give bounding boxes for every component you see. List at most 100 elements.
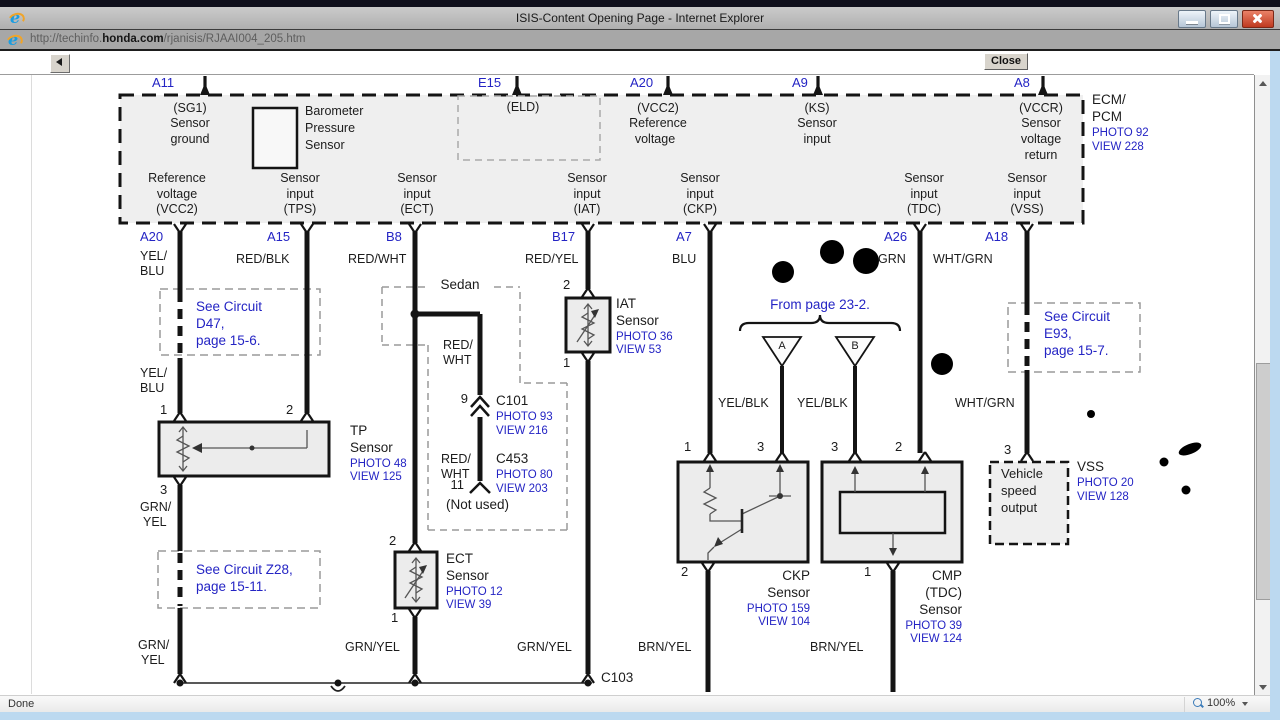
view-216-link[interactable]: VIEW 216 <box>496 425 548 438</box>
see-circuit-z28-link[interactable]: page 15-11. <box>196 579 267 594</box>
scroll-thumb[interactable] <box>1256 363 1271 600</box>
terminal-number: 2 <box>563 277 571 292</box>
cmp-sensor-name: (TDC) <box>925 585 962 600</box>
wire-color: YEL/ <box>140 366 168 380</box>
photo-39-link[interactable]: PHOTO 39 <box>905 620 962 633</box>
from-page-23-2-link[interactable]: From page 23-2. <box>770 297 870 312</box>
chevron-up-icon <box>1258 80 1267 86</box>
pin-a18: A18 <box>985 229 1009 244</box>
see-circuit-z28-link[interactable]: See Circuit Z28, <box>196 562 293 577</box>
wire-color: RED/ <box>441 452 471 466</box>
see-circuit-e93-link[interactable]: page 15-7. <box>1044 343 1109 358</box>
terminal-number: 9 <box>460 391 468 406</box>
see-circuit-e93-link[interactable]: E93, <box>1044 326 1072 341</box>
wire-color: BLU <box>672 252 697 266</box>
status-separator <box>1184 697 1185 712</box>
wire-color: RED/WHT <box>348 252 407 266</box>
photo-159-link[interactable]: PHOTO 159 <box>747 603 810 616</box>
wire-color: GRN/ <box>138 638 170 652</box>
input-label: input <box>686 187 714 201</box>
vertical-scrollbar[interactable] <box>1254 75 1271 695</box>
terminal-number: 1 <box>684 439 692 454</box>
wire-color: BLU <box>140 264 165 278</box>
scroll-down-button[interactable] <box>1255 679 1270 695</box>
terminal-number: 3 <box>160 482 168 497</box>
wire-color: YEL/ <box>140 249 168 263</box>
vcc2-label: (VCC2) <box>637 101 679 115</box>
wire-color: YEL/BLK <box>718 396 769 410</box>
input-label: input <box>1013 187 1041 201</box>
photo-36-link[interactable]: PHOTO 36 <box>616 331 673 344</box>
wire-color: YEL <box>141 653 165 667</box>
see-circuit-d47-link[interactable]: See Circuit <box>196 299 262 314</box>
pin-e15: E15 <box>478 75 502 90</box>
tdc-label: (TDC) <box>906 202 942 216</box>
sensor-label: Sensor <box>797 116 837 130</box>
sensor-label: Sensor <box>680 171 720 185</box>
tps-label: (TPS) <box>283 202 317 216</box>
photo-20-link[interactable]: PHOTO 20 <box>1077 477 1134 490</box>
sensor-label: Sensor <box>1007 171 1047 185</box>
wire-color: GRN <box>878 252 906 266</box>
wire-color: BRN/YEL <box>810 640 864 654</box>
voltage-label: voltage <box>156 187 198 201</box>
sensor-label: Sensor <box>397 171 437 185</box>
view-128-link[interactable]: VIEW 128 <box>1077 491 1129 504</box>
sensor-label: Sensor <box>1021 116 1061 130</box>
zoom-dropdown-caret-icon <box>1242 702 1249 706</box>
terminal-number: 1 <box>391 610 399 625</box>
pin-b8: B8 <box>386 229 402 244</box>
view-125-link[interactable]: VIEW 125 <box>350 471 402 484</box>
input-label: input <box>403 187 431 201</box>
see-circuit-d47-link[interactable]: D47, <box>196 316 225 331</box>
ink-marks <box>772 240 1202 495</box>
input-label: input <box>573 187 601 201</box>
view-39-link[interactable]: VIEW 39 <box>446 599 491 612</box>
wire-color: GRN/ <box>140 500 172 514</box>
pin-a8: A8 <box>1014 75 1030 90</box>
view-203-link[interactable]: VIEW 203 <box>496 483 548 496</box>
branch-triangle-b-label: B <box>851 340 859 352</box>
pin-a9: A9 <box>792 75 808 90</box>
pin-a7: A7 <box>676 229 692 244</box>
vccr-label: (VCCR) <box>1019 101 1063 115</box>
sensor-label: Sensor <box>904 171 944 185</box>
view-228-link[interactable]: VIEW 228 <box>1092 141 1144 154</box>
tp-sensor-name: TP <box>350 423 368 438</box>
view-53-link[interactable]: VIEW 53 <box>616 344 661 357</box>
photo-92-link[interactable]: PHOTO 92 <box>1092 127 1149 140</box>
photo-80-link[interactable]: PHOTO 80 <box>496 469 553 482</box>
cmp-sensor-name: CMP <box>932 568 962 583</box>
photo-12-link[interactable]: PHOTO 12 <box>446 586 503 599</box>
wire-color: YEL/BLK <box>797 396 848 410</box>
ckp-label: (CKP) <box>682 202 718 216</box>
scroll-up-button[interactable] <box>1255 75 1270 91</box>
terminal-number: 2 <box>389 533 397 548</box>
sensor-label: Sensor <box>280 171 320 185</box>
view-104-link[interactable]: VIEW 104 <box>758 616 810 629</box>
zoom-control[interactable]: 100% <box>1192 697 1249 709</box>
magnifier-icon <box>1192 697 1204 709</box>
wire-color: WHT/GRN <box>955 396 1015 410</box>
photo-48-link[interactable]: PHOTO 48 <box>350 458 407 471</box>
iat-label: (IAT) <box>573 202 601 216</box>
pressure-label: Pressure <box>305 121 356 135</box>
terminal-number: 3 <box>831 439 839 454</box>
vss-label: (VSS) <box>1010 202 1044 216</box>
sensor-label: Sensor <box>305 138 345 152</box>
see-circuit-d47-link[interactable]: page 15-6. <box>196 333 261 348</box>
sensor-label: Sensor <box>567 171 607 185</box>
see-circuit-e93-link[interactable]: See Circuit <box>1044 309 1110 324</box>
wire-color: GRN/YEL <box>345 640 400 654</box>
photo-93-link[interactable]: PHOTO 93 <box>496 411 553 424</box>
eld-label: (ELD) <box>506 100 540 114</box>
ckp-sensor-name: Sensor <box>767 585 810 600</box>
ground-label: ground <box>170 132 210 146</box>
view-124-link[interactable]: VIEW 124 <box>910 633 962 646</box>
zoom-level: 100% <box>1207 697 1236 709</box>
connector-c453: C453 <box>496 451 529 466</box>
connector-c103: C103 <box>601 670 634 685</box>
terminal-number: 1 <box>563 355 571 370</box>
tp-sensor-name: Sensor <box>350 440 393 455</box>
pin-a15: A15 <box>267 229 291 244</box>
